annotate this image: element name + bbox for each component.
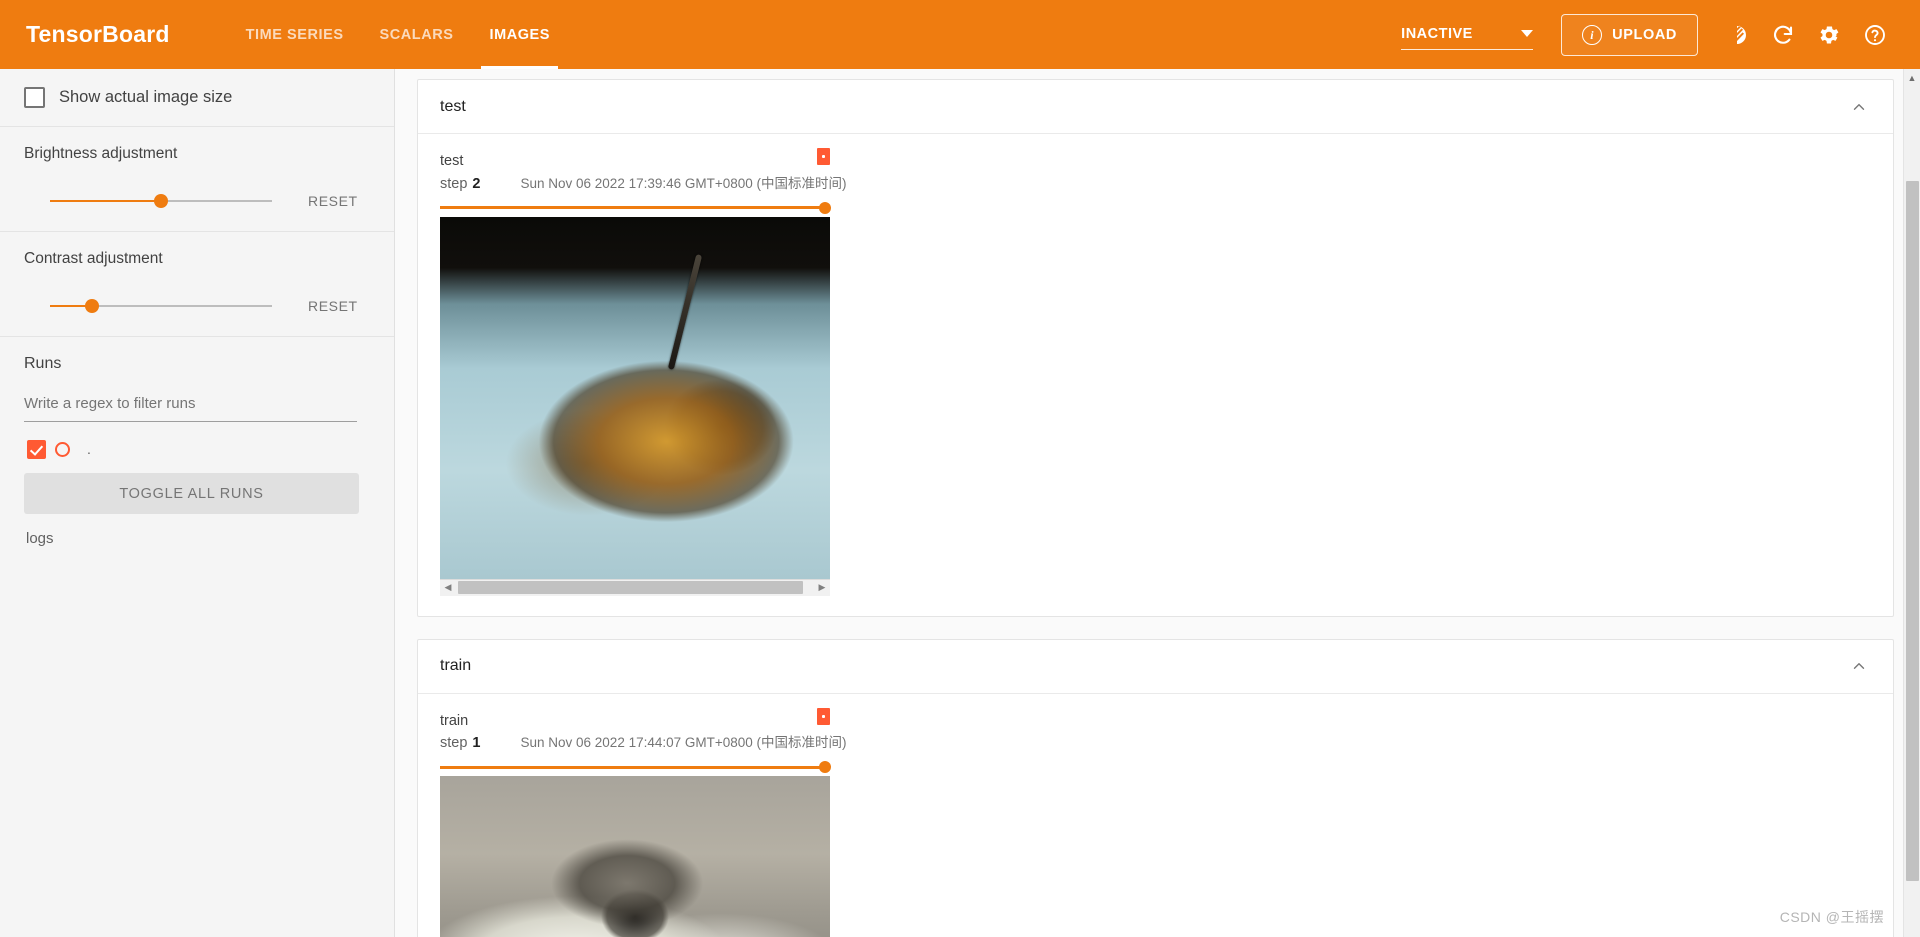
image-run-tag-train: train bbox=[440, 712, 469, 729]
image-horizontal-scrollbar-test[interactable]: ◀ ▶ bbox=[440, 578, 830, 596]
slider-thumb[interactable] bbox=[85, 299, 100, 313]
step-word: step bbox=[440, 735, 468, 752]
run-status-value: INACTIVE bbox=[1401, 25, 1473, 42]
run-row-label: . bbox=[87, 441, 91, 458]
card-body-test: test step 2 Sun Nov 06 2022 17:39:46 GMT… bbox=[418, 134, 1893, 616]
slider-thumb[interactable] bbox=[154, 194, 168, 208]
card-title-test: test bbox=[440, 97, 466, 115]
step-slider-train[interactable] bbox=[440, 760, 831, 774]
step-value: 1 bbox=[472, 735, 481, 752]
step-slider-track bbox=[440, 765, 830, 769]
image-card-test: test test step 2 Sun Nov 06 2022 17:39:4… bbox=[417, 79, 1894, 617]
tensorboard-app: TensorBoard TIME SERIES SCALARS IMAGES I… bbox=[0, 0, 1920, 937]
settings-sidebar: Show actual image size Brightness adjust… bbox=[0, 69, 395, 937]
show-actual-image-size-checkbox[interactable]: Show actual image size bbox=[24, 87, 364, 108]
show-actual-size-section: Show actual image size bbox=[0, 69, 394, 127]
app-body: Show actual image size Brightness adjust… bbox=[0, 69, 1920, 937]
scrollbar-thumb[interactable] bbox=[458, 581, 803, 595]
chevron-up-icon[interactable] bbox=[1849, 97, 1869, 117]
page-scrollbar-thumb[interactable] bbox=[1906, 181, 1919, 881]
run-status-selector[interactable]: INACTIVE bbox=[1401, 25, 1534, 50]
pin-square-icon[interactable] bbox=[817, 707, 830, 725]
image-preview-test[interactable] bbox=[440, 216, 830, 579]
help-question-icon[interactable] bbox=[1852, 12, 1898, 58]
slider-fill bbox=[50, 200, 161, 202]
run-enabled-checkbox-icon[interactable] bbox=[27, 440, 46, 459]
image-step-line-test: step 2 Sun Nov 06 2022 17:39:46 GMT+0800… bbox=[440, 172, 847, 192]
image-timestamp-train: Sun Nov 06 2022 17:44:07 GMT+0800 (中国标准时… bbox=[520, 735, 847, 751]
brightness-slider-row: RESET bbox=[24, 189, 364, 213]
pin-square-icon[interactable] bbox=[817, 148, 830, 165]
step-word: step bbox=[440, 175, 468, 192]
brightness-reset-button[interactable]: RESET bbox=[302, 189, 364, 213]
info-circle-icon: i bbox=[1582, 24, 1603, 45]
runs-section: Runs . TOGGLE ALL RUNS logs bbox=[0, 337, 394, 565]
tab-images[interactable]: IMAGES bbox=[471, 0, 568, 69]
image-timestamp-test: Sun Nov 06 2022 17:39:46 GMT+0800 (中国标准时… bbox=[520, 175, 847, 191]
bee-macro-photo bbox=[440, 216, 830, 579]
step-slider-test[interactable] bbox=[440, 201, 831, 215]
image-run-tag-test: test bbox=[440, 153, 464, 169]
app-toolbar: TensorBoard TIME SERIES SCALARS IMAGES I… bbox=[0, 0, 1920, 69]
upload-button-label: UPLOAD bbox=[1612, 26, 1677, 43]
card-header-test[interactable]: test bbox=[418, 80, 1893, 134]
contrast-section: Contrast adjustment RESET bbox=[0, 232, 394, 337]
step-value: 2 bbox=[472, 175, 481, 192]
scrollbar-track[interactable] bbox=[456, 579, 814, 596]
scroll-up-arrow-icon[interactable]: ▲ bbox=[1904, 69, 1920, 86]
card-title-train: train bbox=[440, 657, 472, 675]
image-item-train: train step 1 Sun Nov 06 2022 17:44:07 GM… bbox=[440, 707, 847, 937]
image-item-test: test step 2 Sun Nov 06 2022 17:39:46 GMT… bbox=[440, 148, 847, 596]
page-vertical-scrollbar[interactable]: ▲ bbox=[1903, 69, 1920, 937]
tab-scalars[interactable]: SCALARS bbox=[362, 0, 472, 69]
run-color-circle-icon bbox=[55, 442, 70, 457]
image-card-train: train train step 1 Sun Nov 06 2022 17:44… bbox=[417, 638, 1894, 937]
scroll-right-arrow-icon[interactable]: ▶ bbox=[814, 579, 830, 596]
run-list-item-logs[interactable]: logs bbox=[24, 530, 364, 547]
brightness-dark-mode-icon[interactable] bbox=[1714, 12, 1760, 58]
checkbox-icon bbox=[24, 87, 45, 108]
step-slider-track bbox=[440, 206, 830, 210]
show-actual-image-size-label: Show actual image size bbox=[59, 88, 233, 106]
settings-gear-icon[interactable] bbox=[1806, 12, 1852, 58]
bee-on-flowers-photo bbox=[440, 776, 830, 937]
contrast-reset-button[interactable]: RESET bbox=[302, 294, 364, 318]
contrast-slider[interactable] bbox=[50, 297, 272, 315]
upload-button[interactable]: i UPLOAD bbox=[1561, 13, 1698, 56]
brightness-label: Brightness adjustment bbox=[24, 145, 178, 162]
app-brand-title: TensorBoard bbox=[26, 21, 170, 47]
brightness-slider[interactable] bbox=[50, 192, 272, 210]
toggle-all-runs-button[interactable]: TOGGLE ALL RUNS bbox=[24, 473, 359, 514]
chevron-down-icon bbox=[1521, 30, 1534, 37]
brightness-section: Brightness adjustment RESET bbox=[0, 127, 394, 232]
runs-regex-filter-input[interactable] bbox=[24, 391, 357, 422]
reload-icon[interactable] bbox=[1760, 12, 1806, 58]
chevron-up-icon[interactable] bbox=[1849, 656, 1869, 676]
tab-time-series[interactable]: TIME SERIES bbox=[228, 0, 362, 69]
card-body-train: train step 1 Sun Nov 06 2022 17:44:07 GM… bbox=[418, 694, 1893, 937]
scroll-left-arrow-icon[interactable]: ◀ bbox=[440, 579, 456, 596]
step-slider-thumb[interactable] bbox=[819, 761, 831, 774]
runs-title: Runs bbox=[24, 355, 62, 372]
run-color-legend-row[interactable]: . bbox=[24, 440, 364, 459]
image-step-line-train: step 1 Sun Nov 06 2022 17:44:07 GMT+0800… bbox=[440, 731, 847, 752]
image-item-header-train: train step 1 Sun Nov 06 2022 17:44:07 GM… bbox=[440, 707, 847, 752]
contrast-label: Contrast adjustment bbox=[24, 250, 163, 267]
image-item-header-test: test step 2 Sun Nov 06 2022 17:39:46 GMT… bbox=[440, 148, 847, 192]
contrast-slider-row: RESET bbox=[24, 294, 364, 318]
image-preview-train[interactable] bbox=[440, 776, 830, 937]
card-header-train[interactable]: train bbox=[418, 640, 1893, 694]
main-nav-tabs: TIME SERIES SCALARS IMAGES bbox=[228, 0, 568, 69]
step-slider-thumb[interactable] bbox=[819, 201, 831, 214]
images-dashboard: test test step 2 Sun Nov 06 2022 17:39:4… bbox=[395, 69, 1920, 937]
